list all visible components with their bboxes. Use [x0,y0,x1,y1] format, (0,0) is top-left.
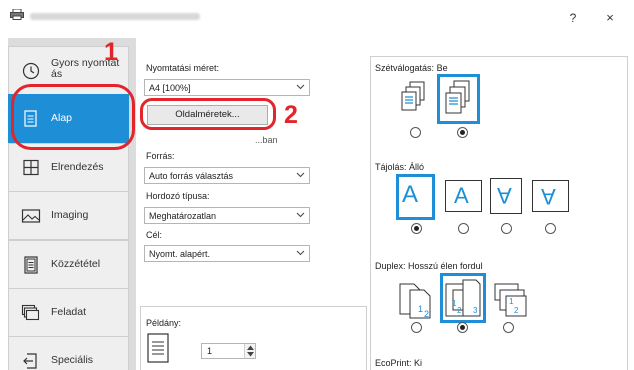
orientation-landscape-radio[interactable] [458,223,469,234]
rotated-portrait-glyph: A [497,183,512,208]
source-label: Forrás: [146,151,175,161]
grid-icon [23,159,39,176]
sidebar-item-label: Feladat [51,306,87,318]
copies-value: 1 [207,346,213,356]
booklet-icon [24,256,38,274]
copies-group [140,306,367,370]
page-sizes-button[interactable]: Oldalméretek... [147,105,268,125]
duplex-short-edge-option[interactable]: 1 2 [492,280,530,318]
destination-select[interactable]: Nyomt. alapért. [144,245,310,262]
print-size-select[interactable]: A4 [100%] [144,79,310,96]
chevron-down-icon [296,250,305,256]
long-edge-icon: 1 2 3 [445,279,481,317]
ecoprint-label: EcoPrint: Ki [375,358,423,368]
collate-off-option[interactable] [398,78,434,120]
chevron-up-icon [247,345,254,350]
duplex-label: Duplex: Hosszú élen fordul [375,261,483,271]
duplex-short-edge-radio[interactable] [503,322,514,333]
svg-text:1: 1 [418,304,423,314]
printer-icon [10,9,24,20]
chevron-down-icon [247,352,254,357]
print-size-label: Nyomtatási méret: [146,63,220,73]
copies-label: Példány: [146,318,182,328]
sidebar-item-advanced[interactable]: Speciális [8,336,129,370]
chevron-down-icon [296,212,305,218]
stacked-pages-icon [21,304,40,321]
svg-text:1: 1 [509,297,514,306]
orientation-rotated-landscape-option[interactable]: A [532,180,569,212]
duplex-long-edge-option[interactable]: 1 2 3 [440,273,486,323]
svg-text:3: 3 [473,306,478,315]
destination-label: Cél: [146,230,163,240]
short-edge-icon: 1 2 [494,283,527,317]
orientation-landscape-option[interactable]: A [445,180,482,212]
sidebar-item-label: Közzététel [51,258,101,270]
simplex-icon: 1 2 [399,283,431,319]
callout-number-1: 1 [104,38,118,66]
exit-arrow-icon [23,353,37,369]
orientation-portrait-radio[interactable] [411,223,422,234]
svg-text:2: 2 [514,306,519,315]
media-type-select[interactable]: Meghatározatlan [144,207,310,224]
orientation-rotated-portrait-radio[interactable] [501,223,512,234]
source-value: Auto forrás választás [149,171,234,181]
stepper-arrows[interactable] [244,344,255,358]
media-type-value: Meghatározatlan [149,211,217,221]
media-type-label: Hordozó típusa: [146,191,210,201]
sidebar-item-imaging[interactable]: Imaging [8,191,129,240]
close-button[interactable]: × [600,10,620,26]
clock-icon [22,62,40,80]
print-size-value: A4 [100%] [149,83,191,93]
duplex-long-edge-radio[interactable] [457,322,468,333]
title-bar: ? × [0,0,634,38]
collate-on-option[interactable] [437,74,480,124]
partial-hidden-label: ...ban [255,135,278,145]
chevron-down-icon [296,172,305,178]
document-icon [24,110,37,127]
sidebar-item-layout[interactable]: Elrendezés [8,143,129,192]
uncollated-icon [401,81,425,111]
source-select[interactable]: Auto forrás választás [144,167,310,184]
orientation-rotated-portrait-option[interactable]: A [490,178,522,214]
portrait-glyph: A [402,181,419,208]
landscape-glyph: A [454,183,469,208]
rotated-landscape-glyph: A [541,184,556,209]
copies-document-icon [147,333,169,363]
collate-label: Szétválogatás: Be [375,63,448,73]
svg-text:2: 2 [457,306,462,315]
duplex-off-option[interactable]: 1 2 [396,278,434,320]
collate-on-radio[interactable] [457,127,468,138]
sidebar-item-label: Imaging [51,209,89,221]
sidebar-item-job[interactable]: Feladat [8,288,129,337]
destination-value: Nyomt. alapért. [149,249,211,259]
sidebar-item-label: Speciális [51,354,94,366]
svg-text:2: 2 [424,309,429,319]
orientation-portrait-option[interactable]: A [396,174,435,220]
orientation-label: Tájolás: Álló [375,162,425,172]
help-button[interactable]: ? [563,11,583,27]
copies-stepper[interactable]: 1 [201,343,256,359]
sidebar-item-label: Alap [51,112,73,124]
callout-number-2: 2 [284,101,298,129]
window-title-blurred [30,13,200,20]
collate-off-radio[interactable] [410,127,421,138]
collated-icon [445,80,470,114]
image-icon [21,209,41,223]
chevron-down-icon [296,84,305,90]
sidebar-item-basic[interactable]: Alap [8,94,129,143]
sidebar-item-publishing[interactable]: Közzététel [8,240,129,289]
sidebar-item-label: Elrendezés [51,161,104,173]
orientation-rotated-landscape-radio[interactable] [545,223,556,234]
duplex-off-radio[interactable] [411,322,422,333]
